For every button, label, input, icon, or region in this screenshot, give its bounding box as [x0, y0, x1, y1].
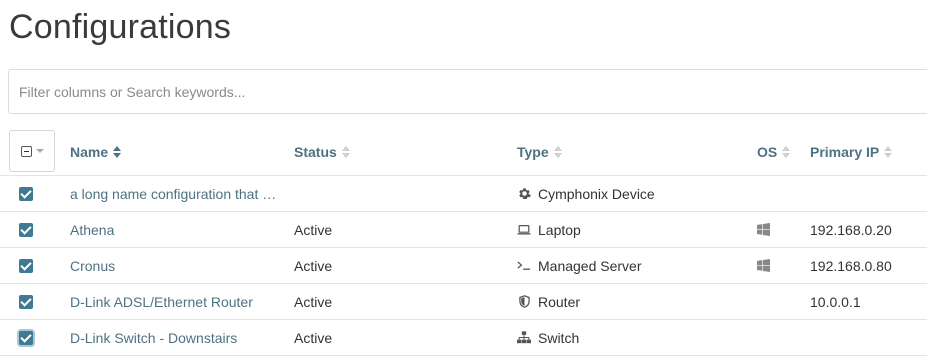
row-checkbox[interactable]	[19, 223, 33, 237]
column-header-primary-ip[interactable]: Primary IP	[810, 128, 893, 175]
shield-icon	[517, 295, 531, 309]
configurations-table: Name Status Type OS Primary IP a long na…	[0, 128, 927, 356]
column-header-type[interactable]: Type	[517, 128, 562, 175]
sitemap-icon	[517, 331, 531, 345]
gear-icon	[517, 187, 531, 201]
status-text: Active	[294, 257, 333, 274]
status-text: Active	[294, 293, 333, 310]
table-header-row: Name Status Type OS Primary IP	[0, 128, 927, 176]
table-row[interactable]: Cronus Active Managed Server 192.168.0.8…	[0, 248, 927, 284]
windows-icon	[757, 223, 770, 236]
sort-icon	[341, 145, 350, 158]
windows-icon	[757, 259, 770, 272]
sort-icon	[884, 145, 893, 158]
row-checkbox[interactable]	[19, 259, 33, 273]
page-title: Configurations	[9, 8, 232, 46]
type-text: Managed Server	[538, 257, 642, 274]
partial-select-checkbox-icon	[20, 145, 32, 157]
primary-ip-text: 192.168.0.20	[810, 221, 892, 238]
caret-down-icon	[35, 149, 44, 153]
table-row[interactable]: a long name configuration that … Cymphon…	[0, 176, 927, 212]
laptop-icon	[517, 223, 531, 237]
primary-ip-text: 192.168.0.80	[810, 257, 892, 274]
config-name-link[interactable]: a long name configuration that …	[70, 186, 276, 202]
sort-icon	[553, 145, 562, 158]
config-name-link[interactable]: D-Link Switch - Downstairs	[70, 330, 237, 346]
type-text: Cymphonix Device	[538, 185, 655, 202]
status-text: Active	[294, 329, 333, 346]
type-text: Router	[538, 293, 581, 310]
config-name-link[interactable]: Cronus	[70, 258, 115, 274]
select-all-dropdown[interactable]	[9, 130, 55, 172]
terminal-icon	[517, 259, 531, 273]
type-text: Laptop	[538, 221, 581, 238]
column-header-name[interactable]: Name	[70, 128, 280, 175]
type-text: Switch	[538, 329, 580, 346]
table-row[interactable]: D-Link ADSL/Ethernet Router Active Route…	[0, 284, 927, 320]
column-header-os[interactable]: OS	[757, 128, 791, 175]
column-header-status[interactable]: Status	[294, 128, 350, 175]
search-box[interactable]	[8, 69, 927, 114]
sort-icon	[113, 145, 122, 158]
config-name-link[interactable]: Athena	[70, 222, 114, 238]
search-input[interactable]	[9, 70, 927, 113]
row-checkbox[interactable]	[19, 331, 33, 345]
table-row[interactable]: Athena Active Laptop 192.168.0.20	[0, 212, 927, 248]
primary-ip-text: 10.0.0.1	[810, 293, 861, 310]
row-checkbox[interactable]	[19, 187, 33, 201]
table-row[interactable]: D-Link Switch - Downstairs Active Switch	[0, 320, 927, 356]
status-text: Active	[294, 221, 333, 238]
sort-icon	[782, 145, 791, 158]
row-checkbox[interactable]	[19, 295, 33, 309]
config-name-link[interactable]: D-Link ADSL/Ethernet Router	[70, 294, 253, 310]
